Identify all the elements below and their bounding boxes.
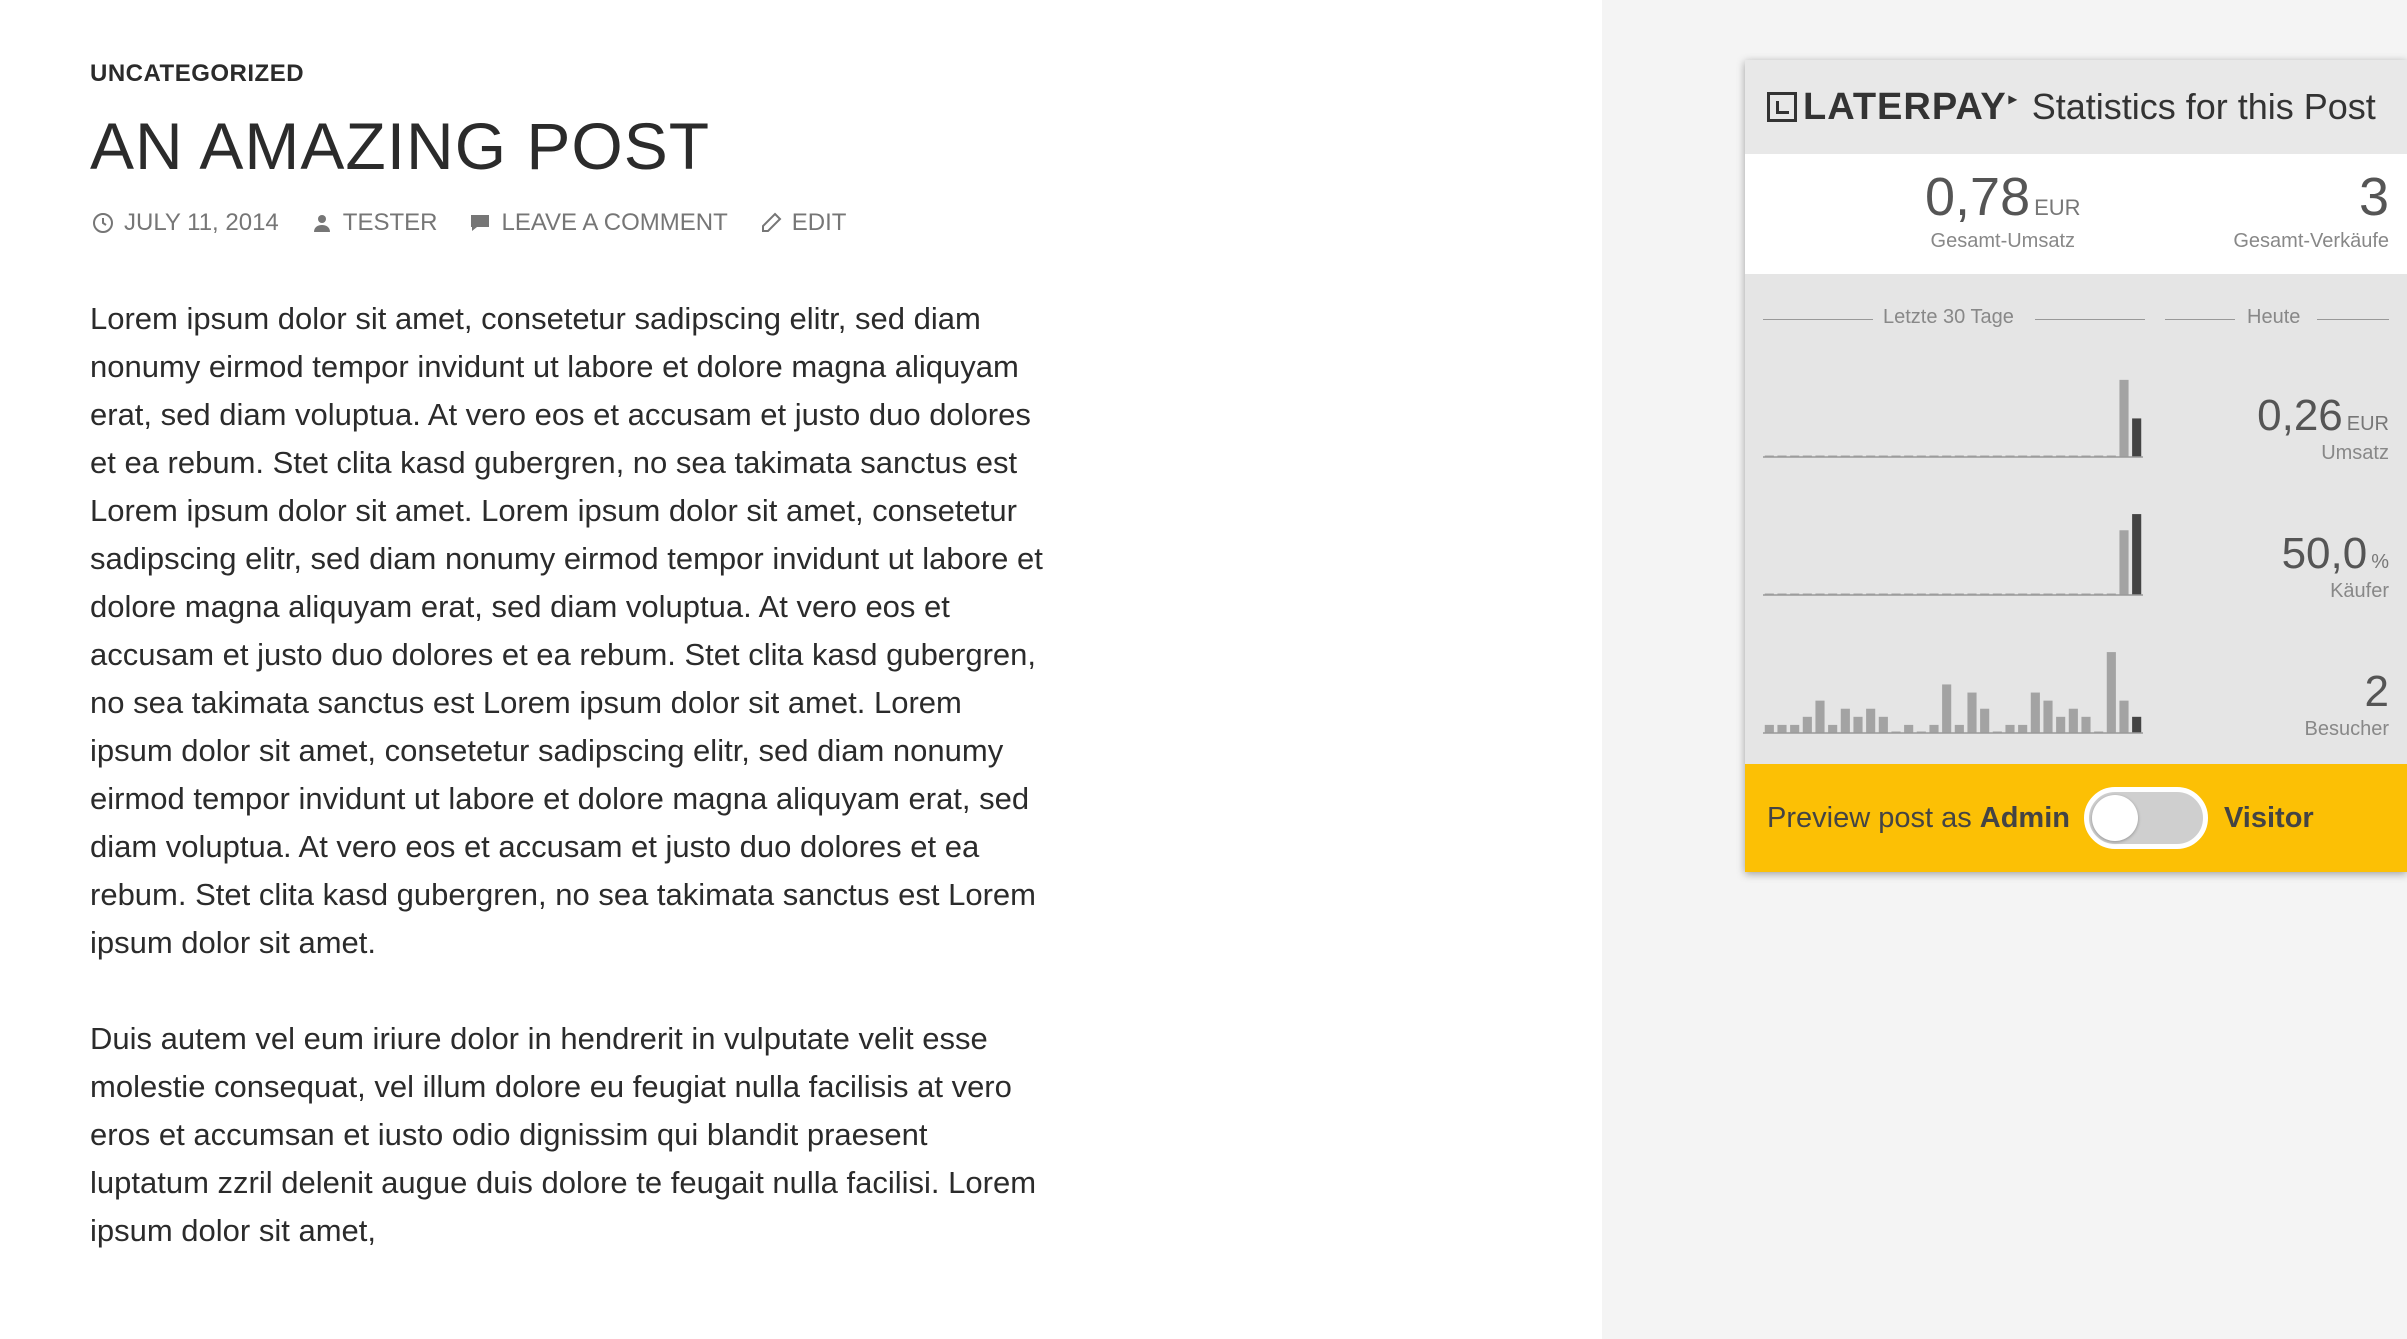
visitors-sparkline <box>1763 652 2143 734</box>
bar-day <box>2030 692 2040 733</box>
revenue-sparkline <box>1763 379 2143 458</box>
metric-revenue: 0,26 EUR Umsatz <box>2257 394 2389 465</box>
edit-label: EDIT <box>791 208 847 236</box>
bar-today <box>2132 716 2142 733</box>
laterpay-logo: LATERPAY ▸ <box>1767 86 2018 129</box>
preview-bar: Preview post as Admin Visitor <box>1745 764 2407 872</box>
bar-day <box>1828 724 1838 733</box>
metric-revenue-value: 0,26 <box>2257 391 2343 440</box>
section-today-label: Heute <box>2247 306 2301 328</box>
divider <box>1763 319 1873 320</box>
section-last30-label: Letzte 30 Tage <box>1883 306 2014 328</box>
laterpay-logo-icon <box>1767 92 1797 122</box>
metric-buyers-label: Käufer <box>2330 580 2389 602</box>
comment-icon <box>467 210 493 236</box>
bar-day <box>1878 716 1888 733</box>
preview-mode-toggle[interactable] <box>2083 787 2208 849</box>
laterpay-logo-text: LATERPAY <box>1803 85 2007 128</box>
total-revenue-value: 0,78 <box>1925 167 2031 227</box>
bar-day <box>2018 724 2028 733</box>
preview-visitor-label[interactable]: Visitor <box>2224 802 2314 835</box>
total-revenue: 0,78 EUR Gesamt-Umsatz <box>1925 170 2081 253</box>
post-category[interactable]: UNCATEGORIZED <box>90 60 1050 88</box>
total-revenue-label: Gesamt-Umsatz <box>1930 230 2076 252</box>
bar-day <box>2005 724 2015 733</box>
leave-comment-link[interactable]: LEAVE A COMMENT <box>467 208 728 237</box>
bar-day <box>1815 700 1825 733</box>
panel-header: LATERPAY ▸ Statistics for this Post <box>1745 60 2407 154</box>
post-meta: JULY 11, 2014 TESTER LEAVE A COMMENT EDI… <box>90 209 1050 237</box>
bar-day <box>1790 724 1800 733</box>
bar-day <box>1853 716 1863 733</box>
divider <box>2165 319 2235 320</box>
bar-day <box>2119 379 2129 457</box>
bar-day <box>1840 708 1850 733</box>
post-date-label: JULY 11, 2014 <box>124 208 279 236</box>
logo-arrow-icon: ▸ <box>2008 91 2018 108</box>
bar-day <box>1929 724 1939 733</box>
metric-revenue-label: Umsatz <box>2321 442 2389 464</box>
post-paragraph: Duis autem vel eum iriure dolor in hendr… <box>90 1020 1037 1248</box>
leave-comment-label: LEAVE A COMMENT <box>501 208 728 236</box>
bar-day <box>1764 724 1774 733</box>
total-sales-value: 3 <box>2358 167 2389 227</box>
bar-day <box>2081 716 2091 733</box>
post-date[interactable]: JULY 11, 2014 <box>90 209 279 237</box>
panel-title: Statistics for this Post <box>2031 86 2376 127</box>
bar-day <box>2043 700 2053 733</box>
divider <box>2317 319 2389 320</box>
preview-text: Preview post as <box>1767 801 1972 834</box>
edit-link[interactable]: EDIT <box>758 208 847 237</box>
total-sales-label: Gesamt-Verkäufe <box>2233 230 2389 252</box>
metric-visitors-value: 2 <box>2364 667 2389 716</box>
bar-day <box>2119 700 2129 733</box>
bar-day <box>1777 724 1787 733</box>
bar-day <box>1866 708 1876 733</box>
metric-visitors-label: Besucher <box>2304 718 2390 740</box>
bar-today <box>2132 418 2142 457</box>
total-sales: 3 Gesamt-Verkäufe <box>2233 170 2389 253</box>
bar-day <box>1802 716 1812 733</box>
bar-day <box>2119 530 2129 595</box>
clock-icon <box>90 210 116 236</box>
bar-day <box>2056 716 2066 733</box>
toggle-knob[interactable] <box>2091 795 2138 841</box>
post-author[interactable]: TESTER <box>309 208 438 237</box>
bar-day <box>1980 708 1990 733</box>
total-revenue-unit: EUR <box>2034 195 2081 220</box>
metric-buyers: 50,0% Käufer <box>2282 532 2389 603</box>
bar-day <box>1967 692 1977 733</box>
post-paragraph: Lorem ipsum dolor sit amet, consetetur s… <box>90 300 1043 960</box>
post: UNCATEGORIZED AN AMAZING POST JULY 11, 2… <box>90 60 1050 1303</box>
metric-visitors: 2 Besucher <box>2305 670 2390 741</box>
bar-day <box>1954 724 1964 733</box>
bar-day <box>2106 652 2116 733</box>
post-title: AN AMAZING POST <box>90 109 711 183</box>
bar-day <box>1904 724 1914 733</box>
metric-revenue-unit: EUR <box>2346 413 2389 435</box>
user-icon <box>309 210 335 236</box>
laterpay-statistics-panel: LATERPAY ▸ Statistics for this Post 0,78… <box>1745 60 2407 872</box>
post-author-label: TESTER <box>342 208 438 236</box>
metric-buyers-unit: % <box>2371 551 2389 573</box>
metric-buyers-value: 50,0 <box>2281 529 2368 578</box>
stats-area: Letzte 30 Tage Heute 0,26 EUR Umsatz 50,0… <box>1745 274 2407 764</box>
divider <box>2035 319 2145 320</box>
bar-day <box>2068 708 2078 733</box>
post-content: Lorem ipsum dolor sit amet, consetetur s… <box>90 295 1050 1255</box>
buyers-sparkline <box>1763 514 2143 596</box>
bar-day <box>1942 684 1952 733</box>
pencil-icon <box>758 210 784 236</box>
totals-row: 0,78 EUR Gesamt-Umsatz 3 Gesamt-Verkäufe <box>1745 154 2407 274</box>
bar-today <box>2132 514 2142 595</box>
preview-admin-label[interactable]: Admin <box>1980 802 2070 835</box>
